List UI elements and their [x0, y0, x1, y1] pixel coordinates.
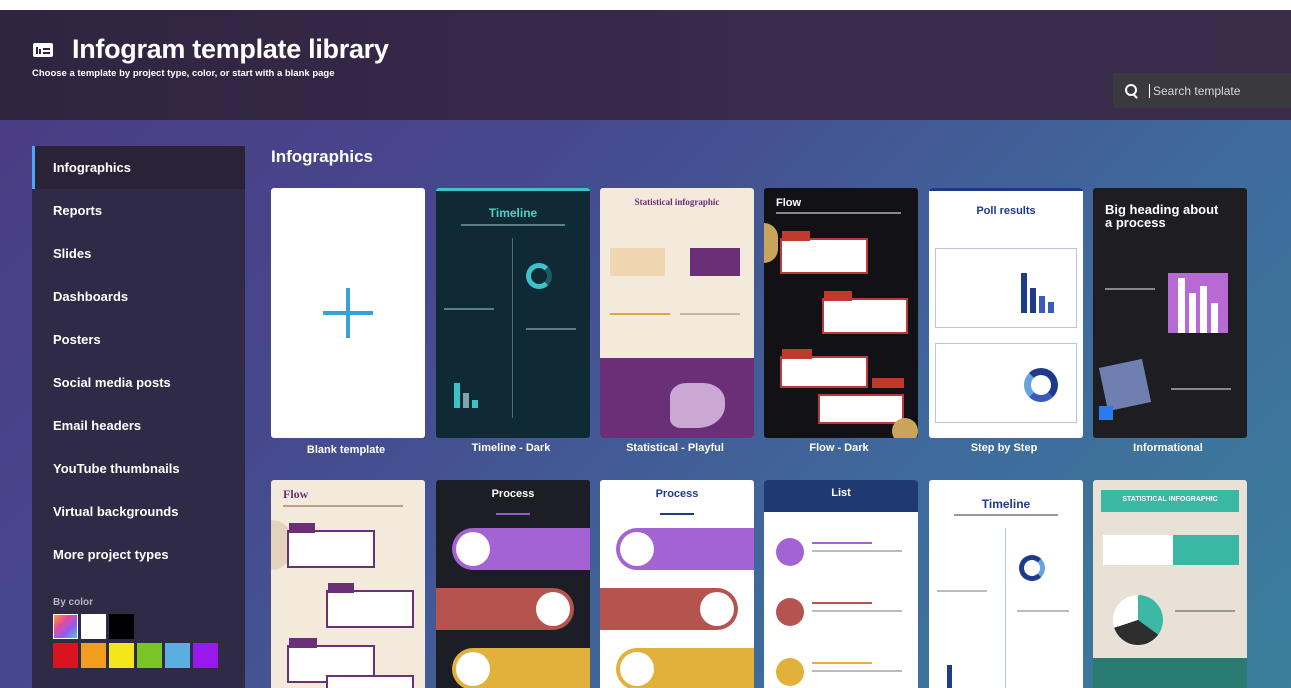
by-color-label: By color — [53, 597, 94, 608]
color-swatch-blue[interactable] — [165, 643, 190, 668]
sidebar-item-posters[interactable]: Posters — [32, 318, 245, 361]
template-label: Timeline - Dark — [471, 442, 551, 454]
template-card-step-by-step[interactable]: Poll results — [929, 188, 1083, 438]
template-card-timeline-light[interactable]: Timeline — [929, 480, 1083, 688]
section-title: Infographics — [271, 147, 374, 166]
template-label: Flow - Dark — [809, 442, 869, 454]
template-card-list[interactable]: List — [764, 480, 918, 688]
sidebar: Infographics Reports Slides Dashboards P… — [32, 146, 245, 688]
thumb-title: STATISTICAL INFOGRAPHIC — [1122, 496, 1218, 503]
template-card-process-dark[interactable]: Process — [436, 480, 590, 688]
template-card-statistical-playful[interactable]: Statistical infographic — [600, 188, 754, 438]
thumb-title: Big heading about a process — [1105, 202, 1219, 230]
thumb-title: Statistical infographic — [634, 197, 720, 207]
template-label: Blank template — [306, 444, 386, 456]
sidebar-item-reports[interactable]: Reports — [32, 189, 245, 232]
thumb-title: List — [831, 487, 851, 499]
header: Infogram template library Choose a templ… — [0, 10, 1291, 120]
template-card-process-light[interactable]: Process — [600, 480, 754, 688]
color-swatch-white[interactable] — [81, 614, 106, 639]
color-swatch-black[interactable] — [109, 614, 134, 639]
color-swatch-purple[interactable] — [193, 643, 218, 668]
sidebar-item-email-headers[interactable]: Email headers — [32, 404, 245, 447]
template-label: Informational — [1133, 442, 1203, 454]
app-window: Infogram template library Choose a templ… — [0, 10, 1291, 688]
page-subtitle: Choose a template by project type, color… — [32, 68, 335, 79]
sidebar-item-social-media-posts[interactable]: Social media posts — [32, 361, 245, 404]
template-card-flow-light[interactable]: Flow — [271, 480, 425, 688]
color-swatch-green[interactable] — [137, 643, 162, 668]
thumb-title: Process — [491, 488, 535, 500]
template-card-timeline-dark[interactable]: Timeline — [436, 188, 590, 438]
color-swatches — [32, 614, 245, 668]
template-label: Statistical - Playful — [626, 442, 724, 454]
search-input[interactable] — [1149, 83, 1279, 98]
sidebar-item-youtube-thumbnails[interactable]: YouTube thumbnails — [32, 447, 245, 490]
thumb-title: Timeline — [488, 206, 538, 220]
color-swatch-orange[interactable] — [81, 643, 106, 668]
template-card-informational[interactable]: Big heading about a process — [1093, 188, 1247, 438]
sidebar-item-slides[interactable]: Slides — [32, 232, 245, 275]
page-title: Infogram template library — [72, 34, 389, 64]
template-card-blank[interactable] — [271, 188, 425, 438]
search-icon[interactable] — [1113, 73, 1149, 108]
color-swatch-gradient[interactable] — [53, 614, 78, 639]
template-card-flow-dark[interactable]: Flow — [764, 188, 918, 438]
thumb-title: Timeline — [981, 497, 1031, 511]
sidebar-item-dashboards[interactable]: Dashboards — [32, 275, 245, 318]
template-label: Step by Step — [970, 442, 1038, 454]
infogram-logo-icon — [33, 43, 53, 57]
sidebar-item-more-project-types[interactable]: More project types — [32, 533, 245, 576]
color-swatch-red[interactable] — [53, 643, 78, 668]
plus-icon — [323, 288, 373, 338]
search-box[interactable] — [1113, 73, 1291, 108]
thumb-title: Flow — [283, 487, 309, 501]
sidebar-item-infographics[interactable]: Infographics — [32, 146, 245, 189]
thumb-title: Flow — [776, 197, 802, 209]
color-swatch-yellow[interactable] — [109, 643, 134, 668]
thumb-title: Poll results — [976, 205, 1036, 217]
template-card-statistical-infographic[interactable]: STATISTICAL INFOGRAPHIC — [1093, 480, 1247, 688]
sidebar-item-virtual-backgrounds[interactable]: Virtual backgrounds — [32, 490, 245, 533]
thumb-title: Process — [655, 488, 699, 500]
